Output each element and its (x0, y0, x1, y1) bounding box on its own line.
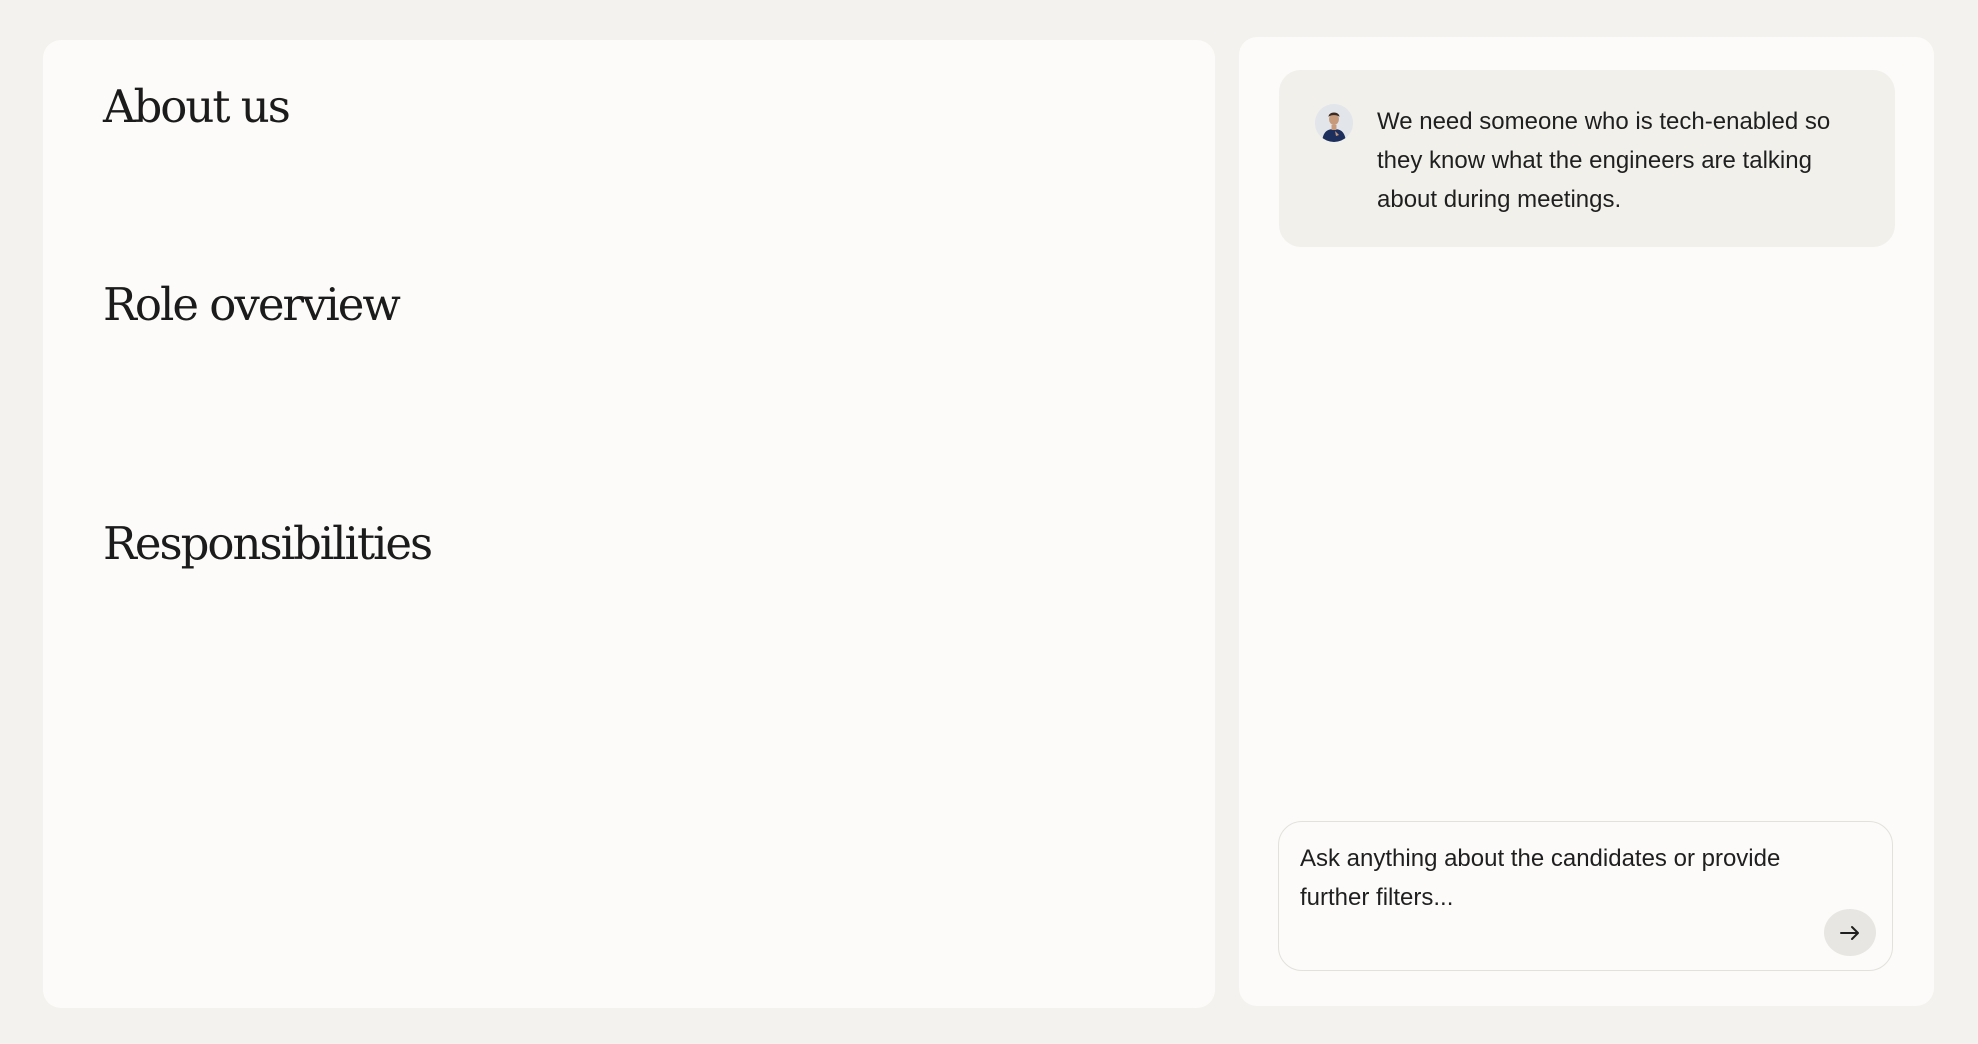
chat-message: We need someone who is tech-enabled so t… (1279, 70, 1895, 247)
about-us-heading: About us (103, 80, 291, 133)
arrow-right-icon (1840, 925, 1859, 940)
person-avatar-icon (1315, 104, 1353, 142)
send-button[interactable] (1824, 909, 1876, 956)
chat-panel: We need someone who is tech-enabled so t… (1239, 37, 1934, 1006)
job-description-panel: About us Role overview Responsibilities (43, 40, 1215, 1008)
chat-message-text: We need someone who is tech-enabled so t… (1377, 108, 1831, 213)
role-overview-heading: Role overview (103, 278, 401, 331)
chat-input[interactable] (1300, 839, 1820, 923)
chat-input-container (1278, 821, 1893, 971)
responsibilities-heading: Responsibilities (103, 517, 433, 570)
